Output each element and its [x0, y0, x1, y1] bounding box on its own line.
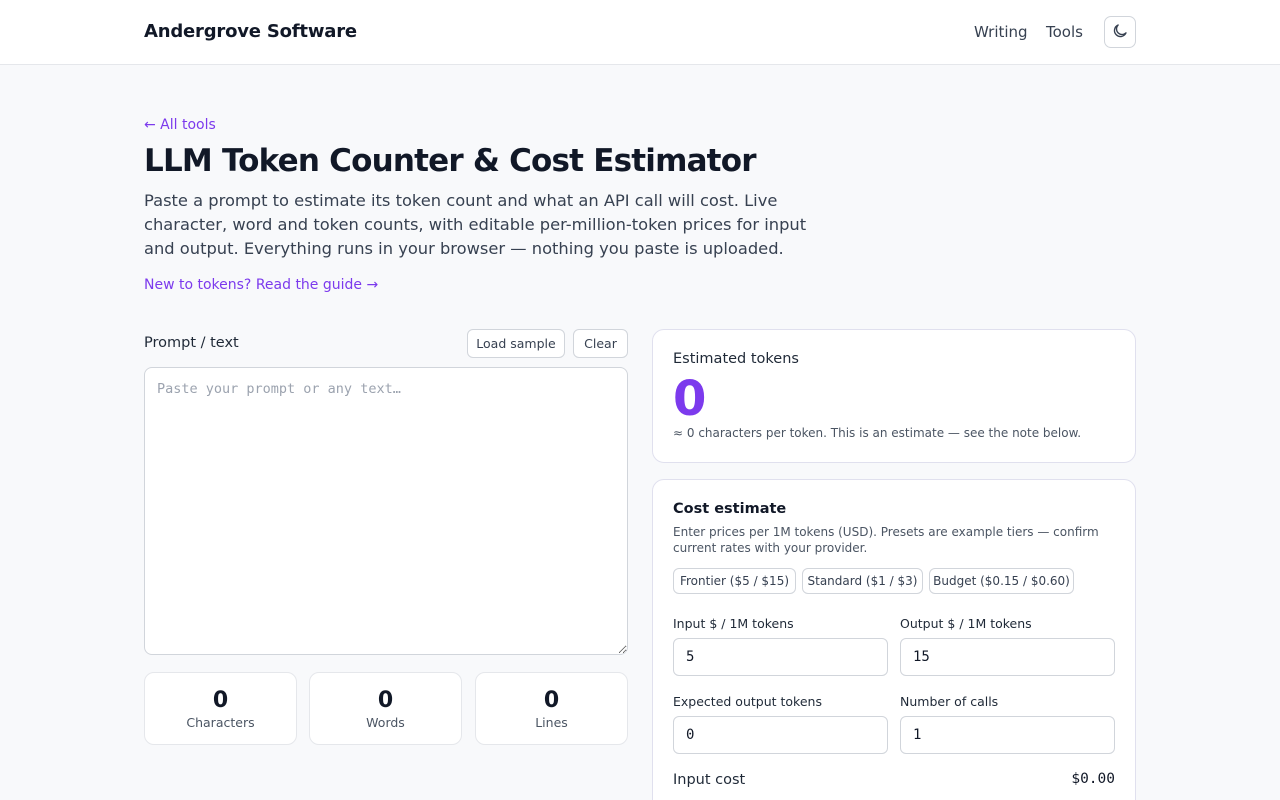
- top-navigation-bar: Andergrove Software Writing Tools: [0, 0, 1280, 65]
- nav-link-writing[interactable]: Writing: [974, 23, 1028, 41]
- all-tools-back-link[interactable]: ← All tools: [144, 117, 216, 133]
- words-stat-card: 0 Words: [309, 672, 462, 745]
- clear-button[interactable]: Clear: [573, 329, 628, 358]
- number-of-calls-field[interactable]: [900, 716, 1115, 754]
- estimated-tokens-value: 0: [673, 371, 707, 427]
- characters-stat-card: 0 Characters: [144, 672, 297, 745]
- preset-budget-button[interactable]: Budget ($0.15 / $0.60): [929, 568, 1074, 594]
- characters-count: 0: [212, 688, 229, 713]
- characters-label: Characters: [186, 715, 255, 730]
- load-sample-button[interactable]: Load sample: [467, 329, 565, 358]
- chars-per-token-note: ≈ 0 characters per token. This is an est…: [673, 426, 1082, 440]
- lines-stat-card: 0 Lines: [475, 672, 628, 745]
- lines-count: 0: [543, 688, 560, 713]
- theme-toggle-button[interactable]: [1104, 16, 1136, 48]
- cost-estimate-description: Enter prices per 1M tokens (USD). Preset…: [673, 525, 1099, 555]
- prompt-label: Prompt / text: [144, 335, 239, 351]
- preset-frontier-button[interactable]: Frontier ($5 / $15): [673, 568, 796, 594]
- number-of-calls-label: Number of calls: [900, 694, 999, 709]
- input-cost-label: Input cost: [673, 772, 746, 788]
- nav-link-tools[interactable]: Tools: [1046, 23, 1083, 41]
- estimated-tokens-card: Estimated tokens 0 ≈ 0 characters per to…: [652, 329, 1136, 463]
- expected-output-tokens-label: Expected output tokens: [673, 694, 822, 709]
- input-cost-value: $0.00: [1071, 771, 1115, 787]
- lines-label: Lines: [535, 715, 568, 730]
- words-count: 0: [377, 688, 394, 713]
- read-guide-link[interactable]: New to tokens? Read the guide →: [144, 277, 378, 293]
- preset-standard-button[interactable]: Standard ($1 / $3): [802, 568, 923, 594]
- cost-estimate-card: Cost estimate Enter prices per 1M tokens…: [652, 479, 1136, 800]
- output-price-field[interactable]: [900, 638, 1115, 676]
- page-title: LLM Token Counter & Cost Estimator: [144, 143, 757, 179]
- cost-estimate-title: Cost estimate: [673, 501, 787, 517]
- estimated-tokens-label: Estimated tokens: [673, 351, 799, 367]
- prompt-textarea[interactable]: [144, 367, 628, 655]
- input-price-field[interactable]: [673, 638, 888, 676]
- input-price-label: Input $ / 1M tokens: [673, 616, 794, 631]
- brand-logo-text[interactable]: Andergrove Software: [144, 21, 357, 42]
- words-label: Words: [366, 715, 405, 730]
- moon-icon: [1111, 22, 1129, 43]
- intro-paragraph: Paste a prompt to estimate its token cou…: [144, 191, 807, 258]
- expected-output-tokens-field[interactable]: [673, 716, 888, 754]
- output-price-label: Output $ / 1M tokens: [900, 616, 1032, 631]
